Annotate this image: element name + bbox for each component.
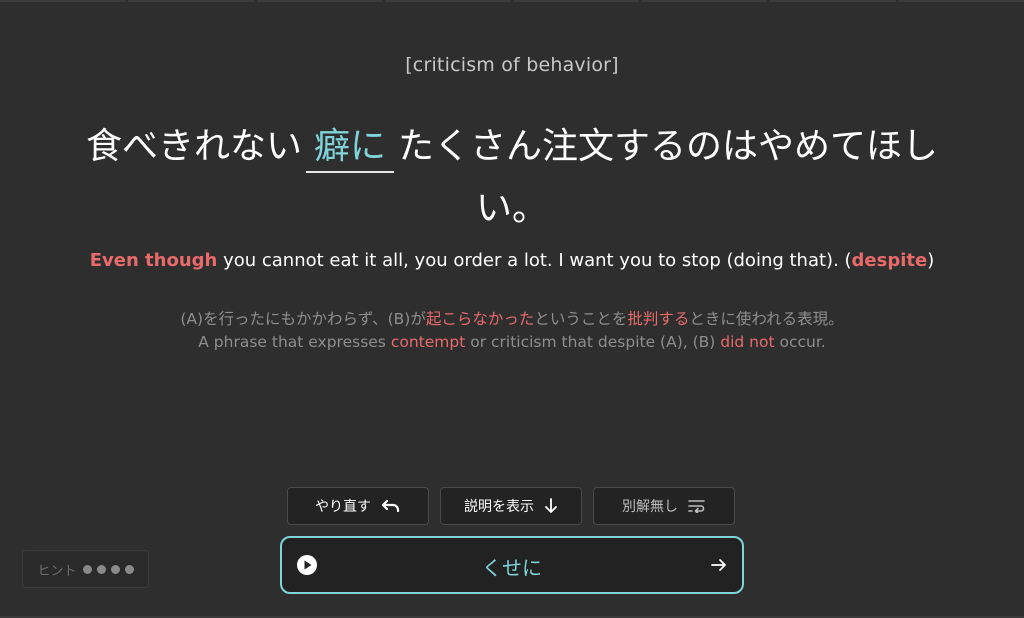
answer-text: くせに xyxy=(482,556,542,580)
translation-body: you cannot eat it all, you order a lot. … xyxy=(217,250,852,271)
explanation-japanese: (A)を行ったにもかかわらず、(B)が起こらなかったということを批判するときに使… xyxy=(0,308,1024,331)
progress-segment xyxy=(513,0,639,2)
explanation-text: ということを xyxy=(534,310,628,328)
explanation-text: A phrase that expresses xyxy=(198,333,391,351)
category-label: [criticism of behavior] xyxy=(405,54,619,76)
arrow-right-icon[interactable] xyxy=(710,556,728,574)
hint-dot xyxy=(82,564,92,574)
wrap-icon xyxy=(688,499,706,513)
translation-keyword: Even though xyxy=(89,250,218,271)
explanation-highlight: 批判する xyxy=(627,310,690,328)
explanation-highlight: contempt xyxy=(390,333,466,351)
progress-bar xyxy=(0,0,1024,3)
translation-keyword-gloss: despite xyxy=(851,250,928,271)
explanation: (A)を行ったにもかかわらず、(B)が起こらなかったということを批判するときに使… xyxy=(0,308,1024,354)
progress-segment xyxy=(770,0,896,2)
translation-close: ) xyxy=(927,250,935,271)
redo-label: やり直す xyxy=(315,499,371,515)
explanation-text: or criticism that despite (A), (B) xyxy=(465,333,721,351)
progress-segment xyxy=(256,0,383,2)
hint-dots xyxy=(82,564,134,574)
progress-segment xyxy=(385,0,511,2)
answer-input[interactable]: くせに xyxy=(280,536,744,594)
no-alternative-label: 別解無し xyxy=(622,499,678,515)
explanation-highlight: 起こらなかった xyxy=(425,310,535,328)
sentence-after: たくさん注文するのはやめてほしい。 xyxy=(398,126,939,229)
progress-segment xyxy=(128,0,254,2)
question-sentence: 食べきれない 癖に たくさん注文するのはやめてほしい。 xyxy=(60,116,964,240)
redo-button[interactable]: やり直す xyxy=(287,487,429,525)
show-explanation-button[interactable]: 説明を表示 xyxy=(440,487,582,525)
undo-icon xyxy=(381,499,401,513)
answer-blank: 癖に xyxy=(305,123,394,173)
explanation-highlight: did not xyxy=(720,333,775,351)
hint-label: ヒント xyxy=(37,563,77,579)
explanation-text: ときに使われる表現。 xyxy=(689,310,844,328)
no-alternative-button[interactable]: 別解無し xyxy=(593,487,735,525)
hint-dot xyxy=(110,564,120,574)
action-buttons: やり直す 説明を表示 別解無し xyxy=(287,487,735,525)
hint-dot xyxy=(124,564,134,574)
arrow-down-icon xyxy=(544,498,558,514)
progress-segment xyxy=(0,0,126,2)
hint-button[interactable]: ヒント xyxy=(22,550,149,588)
translation: Even though you cannot eat it all, you o… xyxy=(0,250,1024,271)
progress-segment xyxy=(641,0,768,2)
show-explanation-label: 説明を表示 xyxy=(464,499,534,515)
hint-dot xyxy=(96,564,106,574)
explanation-text: (A)を行ったにもかかわらず、(B)が xyxy=(180,310,426,328)
explanation-english: A phrase that expresses contempt or crit… xyxy=(0,331,1024,354)
lesson-screen: [criticism of behavior] 食べきれない 癖に たくさん注文する… xyxy=(0,0,1024,618)
explanation-text: occur. xyxy=(774,333,826,351)
sentence-before: 食べきれない xyxy=(85,126,302,167)
progress-segment xyxy=(898,0,1024,2)
